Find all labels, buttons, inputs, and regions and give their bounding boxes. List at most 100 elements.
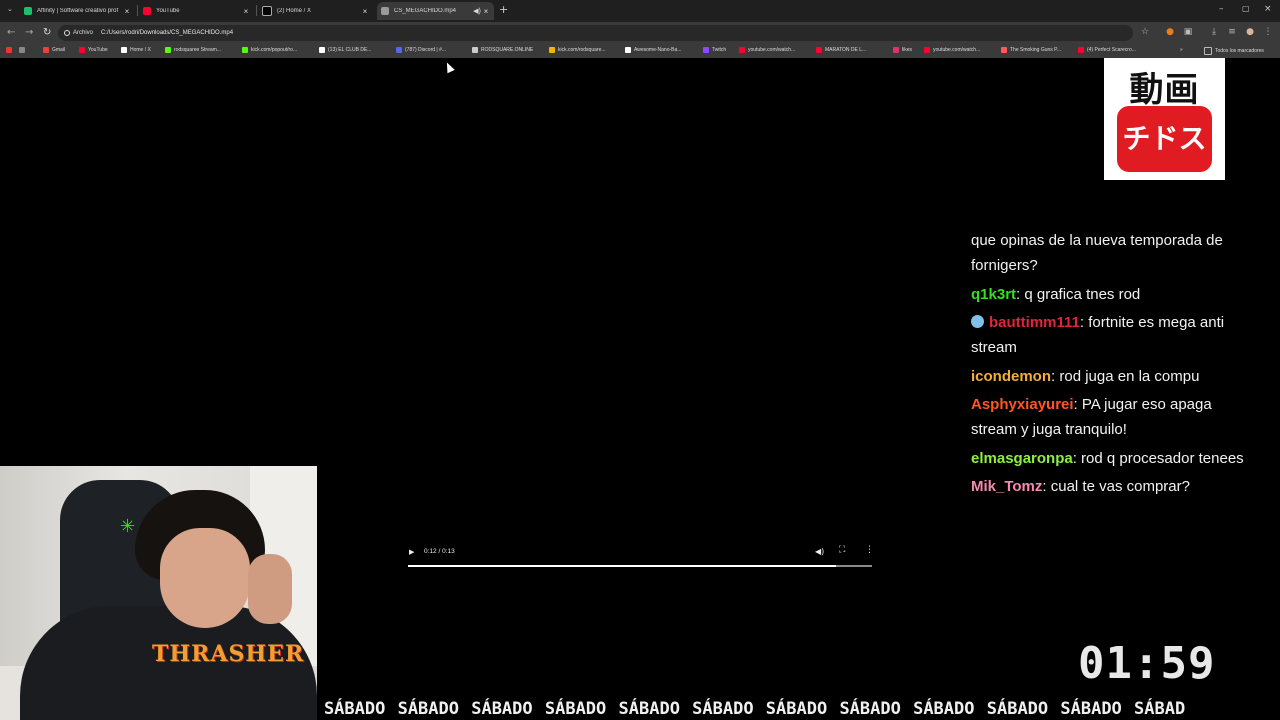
chat-username: Mik_Tomz [971, 478, 1043, 495]
chat-text: : cual te vas comprar? [1042, 478, 1190, 495]
url-text: C:/Users/rodri/Downloads/CS_MEGACHIDO.mp… [101, 30, 234, 36]
chat-text: : rod q procesador tenees [1072, 449, 1244, 467]
folder-icon [1204, 47, 1212, 55]
apps-grid-icon[interactable] [6, 47, 15, 53]
chip-label: Archivo [73, 30, 94, 36]
minimize-button[interactable]: – [1219, 4, 1224, 14]
bookmark-star-icon[interactable]: ☆ [1140, 27, 1150, 37]
razer-logo-icon: ✳ [120, 516, 136, 537]
maximize-button[interactable]: ▢ [1242, 4, 1250, 13]
webcam-feed: ✳ THRASHER [0, 466, 317, 720]
ticker-text: ADO SÁBADO SÁBADO SÁBADO SÁBADO SÁBADO S… [317, 699, 1186, 719]
extensions-puzzle-icon[interactable]: ▣ [1183, 27, 1193, 37]
video-progress-fill [408, 565, 837, 567]
info-icon [64, 30, 70, 36]
play-icon[interactable]: ▶ [409, 548, 414, 556]
close-tab-icon[interactable]: × [123, 7, 131, 16]
chat-message: bauttimm111: fortnite es mega anti strea… [971, 310, 1251, 360]
new-tab-button[interactable]: + [499, 3, 508, 16]
chat-text: : rod juga en la compu [1051, 367, 1200, 385]
bookmark-item[interactable]: likes [893, 47, 912, 53]
download-icon[interactable]: ⤓ [1209, 27, 1219, 37]
tab-affinity[interactable]: Affinity | Software creativo prof × [20, 2, 135, 20]
close-tab-icon[interactable]: × [361, 7, 369, 16]
bookmark-item[interactable]: Twitch [703, 47, 726, 53]
chat-message: Mik_Tomz: cual te vas comprar? [971, 474, 1251, 499]
reload-icon[interactable]: ↻ [43, 27, 51, 39]
file-favicon-icon [381, 7, 389, 15]
chat-username: q1k3rt [971, 285, 1017, 303]
tab-bar: ⌄ Affinity | Software creativo prof × Yo… [0, 0, 1280, 22]
chat-username: Asphyxiayurei [971, 396, 1074, 413]
shirt-brand-text: THRASHER [152, 641, 305, 667]
more-options-icon[interactable]: ⋮ [865, 545, 874, 555]
more-bookmarks-chevron-icon[interactable]: » [1180, 47, 1183, 53]
bookmark-item[interactable]: rodsquaree Stream... [165, 47, 221, 53]
extension-fox-icon[interactable]: ● [1165, 27, 1175, 37]
tab-title: (2) Home / X [277, 8, 312, 14]
logo-top-text: 動画 [1129, 70, 1200, 110]
chat-username: bauttimm111 [989, 314, 1080, 331]
bookmarks-bar: Gmail YouTube Home / X rodsquaree Stream… [0, 44, 1280, 58]
bookmark-item[interactable]: youtube.com/watch... [739, 47, 795, 53]
chat-username: elmasgaronpa [971, 449, 1073, 467]
file-origin-chip[interactable]: Archivo [64, 30, 93, 36]
tab-title: CS_MEGACHIDO.mp4 [394, 8, 457, 14]
bookmark-item[interactable]: (4) Perfect Scarecro... [1078, 47, 1136, 53]
close-window-button[interactable]: × [1264, 4, 1272, 14]
forward-arrow-icon[interactable]: → [25, 27, 33, 39]
chat-username: icondemon [971, 367, 1052, 385]
youtube-favicon-icon [143, 7, 151, 15]
tab-title: Affinity | Software creativo prof [37, 8, 119, 14]
bookmark-item[interactable]: kick.com/rodsquare... [549, 47, 606, 53]
kebab-menu-icon[interactable]: ⋮ [1263, 27, 1273, 37]
stream-timer: 01:59 [1078, 638, 1216, 689]
bookmarks-grid-icon[interactable] [19, 47, 28, 53]
tab-video-file[interactable]: CS_MEGACHIDO.mp4 ◀) × [377, 2, 494, 20]
bookmark-item[interactable]: MARATON DE L... [816, 47, 866, 53]
chat-emote-icon [971, 315, 984, 328]
tab-title: YouTube [156, 8, 180, 14]
chat-message: q1k3rt: q grafica tnes rod [971, 282, 1251, 307]
bookmark-item[interactable]: Gmail [43, 47, 65, 53]
tab-youtube[interactable]: YouTube × [139, 2, 254, 20]
close-tab-icon[interactable]: × [242, 7, 250, 16]
volume-icon[interactable]: ◀) [815, 547, 824, 556]
x-favicon-icon [262, 6, 272, 16]
bookmark-item[interactable]: youtube.com/watch... [924, 47, 980, 53]
bookmark-item[interactable]: (13) EL CLUB DE... [319, 47, 371, 53]
fullscreen-icon[interactable]: ⛶ [839, 545, 845, 555]
bookmark-item[interactable]: The Smoking Guns P... [1001, 47, 1061, 53]
chat-message: elmasgaronpa: rod q procesador tenees [971, 446, 1251, 471]
streamer-face [160, 528, 250, 628]
video-player[interactable] [404, 66, 876, 576]
ticker-bar: ADO SÁBADO SÁBADO SÁBADO SÁBADO SÁBADO S… [317, 697, 1280, 720]
bookmark-item[interactable]: Home / X [121, 47, 151, 53]
all-bookmarks-folder[interactable]: Todos los marcadores [1204, 47, 1264, 55]
bookmark-item[interactable]: kick.com/popout/ro... [242, 47, 297, 53]
video-progress-bar[interactable] [408, 565, 872, 567]
tab-x-home[interactable]: (2) Home / X × [258, 2, 373, 20]
logo-bottom-text: チドス [1117, 106, 1212, 172]
streamer-hand [248, 554, 292, 624]
browser-toolbar: ← → ↻ Archivo C:/Users/rodri/Downloads/C… [0, 22, 1280, 44]
chat-overlay: que opinas de la nueva temporada de forn… [971, 228, 1251, 503]
chat-message: Asphyxiayurei: PA jugar eso apaga stream… [971, 392, 1251, 442]
tab-search-chevron-icon[interactable]: ⌄ [7, 5, 13, 13]
media-controls-icon[interactable]: ≡ [1227, 27, 1237, 37]
bookmark-item[interactable]: YouTube [79, 47, 108, 53]
address-bar[interactable]: Archivo C:/Users/rodri/Downloads/CS_MEGA… [58, 25, 1133, 41]
chat-message: que opinas de la nueva temporada de forn… [971, 228, 1251, 278]
channel-logo: 動画 チドス [1104, 58, 1225, 180]
close-tab-icon[interactable]: × [482, 7, 490, 16]
affinity-favicon-icon [24, 7, 32, 15]
video-time: 0:12 / 0:13 [424, 548, 455, 555]
back-arrow-icon[interactable]: ← [7, 27, 15, 39]
bookmark-item[interactable]: RODSQUARE.ONLINE [472, 47, 533, 53]
bookmark-item[interactable]: (787) Discord | #... [396, 47, 446, 53]
chat-text: : q grafica tnes rod [1016, 285, 1141, 303]
speaker-icon[interactable]: ◀) [472, 7, 482, 15]
chat-text: que opinas de la nueva temporada de forn… [971, 232, 1223, 274]
bookmark-item[interactable]: Awesome-Nano-Ba... [625, 47, 681, 53]
profile-avatar[interactable]: ● [1245, 27, 1255, 37]
